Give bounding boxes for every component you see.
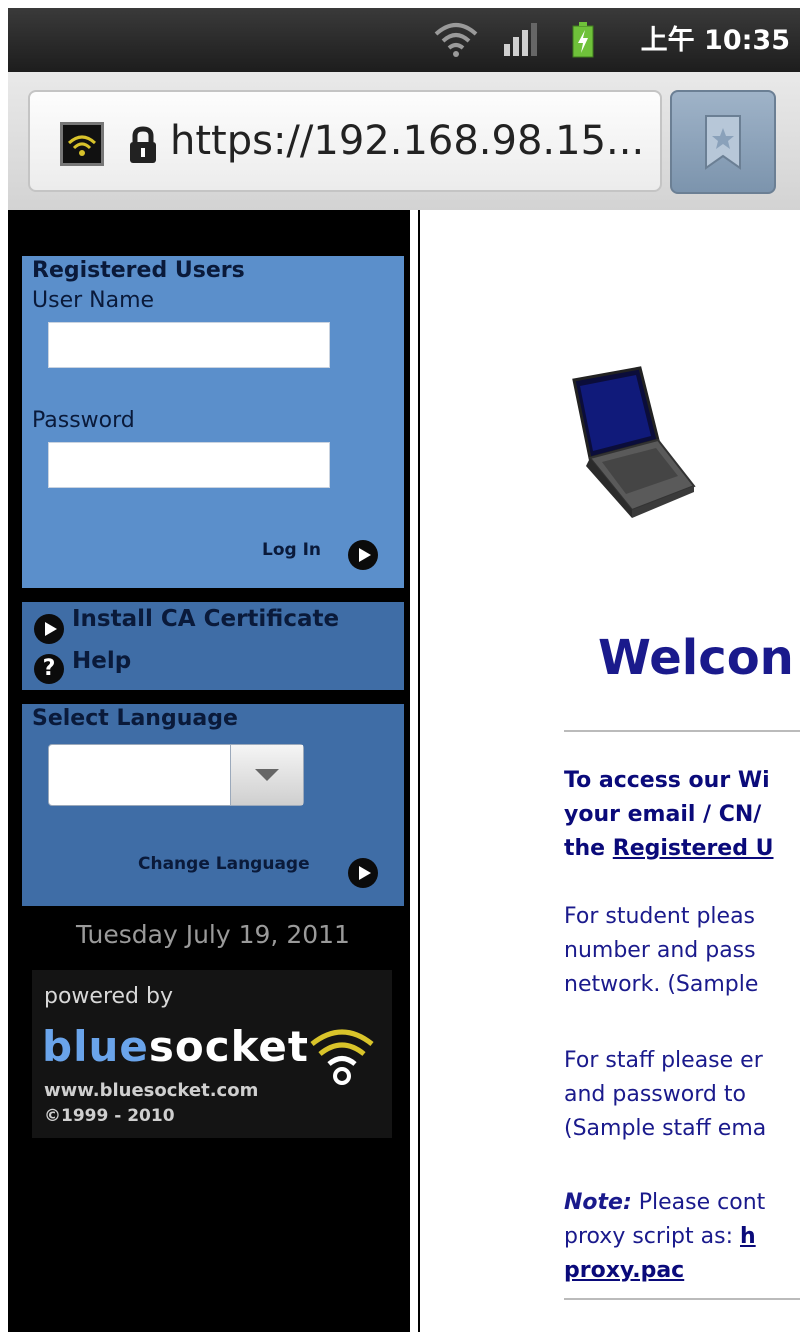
status-clock: 上午 10:35: [640, 25, 790, 56]
access-line-3: the Registered U: [564, 832, 800, 866]
help-link[interactable]: Help: [72, 648, 131, 674]
site-favicon-icon: [60, 122, 104, 166]
password-label: Password: [32, 408, 135, 433]
student-paragraph: For student pleas number and pass networ…: [564, 900, 800, 1002]
battery-charging-icon: [572, 22, 594, 58]
bluesocket-logo[interactable]: powered by bluesocket www.bluesocket.com…: [30, 968, 394, 1140]
powered-by-text: powered by: [44, 984, 173, 1009]
note-paragraph: Note: Please cont proxy script as: h pro…: [564, 1186, 800, 1288]
frame-left: [0, 0, 8, 1332]
language-select[interactable]: [48, 744, 304, 806]
note-line-1: Note: Please cont: [564, 1186, 800, 1220]
url-text: https://192.168.98.15...: [170, 118, 645, 164]
username-field[interactable]: [48, 322, 330, 368]
login-arrow-icon[interactable]: [348, 540, 378, 570]
language-heading: Select Language: [32, 706, 238, 731]
student-line-1: For student pleas: [564, 904, 756, 929]
lock-icon: [130, 126, 156, 163]
install-cert-arrow-icon[interactable]: [34, 614, 64, 644]
signal-icon: [504, 23, 537, 56]
login-panel: Registered Users User Name Password Log …: [22, 256, 404, 588]
current-date: Tuesday July 19, 2011: [76, 920, 350, 949]
login-heading: Registered Users: [32, 258, 245, 283]
proxy-link-start[interactable]: h: [740, 1224, 756, 1249]
frame-divider: [410, 210, 421, 1332]
status-bar: 上午 10:35: [8, 8, 800, 72]
login-label[interactable]: Log In: [262, 540, 321, 560]
bookmark-button[interactable]: [670, 90, 776, 194]
change-language-label[interactable]: Change Language: [138, 854, 310, 874]
registered-users-link[interactable]: Registered U: [613, 836, 774, 861]
note-label: Note:: [564, 1190, 632, 1215]
change-language-arrow-icon[interactable]: [348, 858, 378, 888]
note-line-2: proxy script as: h: [564, 1220, 800, 1254]
brand-copyright: ©1999 - 2010: [44, 1106, 175, 1126]
access-line-1: To access our Wi: [564, 768, 770, 793]
main-content: Welcon To access our Wi your email / CN/…: [420, 210, 800, 1332]
staff-line-3: (Sample staff ema: [564, 1116, 767, 1141]
help-icon[interactable]: ?: [34, 654, 64, 684]
staff-line-1: For staff please er: [564, 1048, 763, 1073]
browser-toolbar: https://192.168.98.15...: [8, 72, 800, 211]
divider-top: [564, 730, 800, 732]
access-line-2: your email / CN/: [564, 802, 762, 827]
brand-wordmark: bluesocket: [42, 1022, 309, 1071]
sidebar: Registered Users User Name Password Log …: [8, 210, 410, 1332]
links-panel: Install CA Certificate ? Help: [22, 602, 404, 690]
bookmark-icon: [705, 115, 741, 170]
password-field[interactable]: [48, 442, 330, 488]
access-line-3-text: the: [564, 836, 613, 861]
laptop-image: [572, 366, 696, 518]
wifi-logo-icon: [310, 1029, 374, 1085]
proxy-pac-link[interactable]: proxy.pac: [564, 1258, 684, 1283]
access-paragraph: To access our Wi your email / CN/ the Re…: [564, 764, 800, 866]
username-label: User Name: [32, 288, 155, 313]
staff-paragraph: For staff please er and password to (Sam…: [564, 1044, 800, 1146]
brand-rest: socket: [148, 1022, 309, 1071]
note-line-2-text: proxy script as:: [564, 1224, 740, 1249]
install-cert-link[interactable]: Install CA Certificate: [72, 606, 339, 632]
wifi-icon: [434, 23, 478, 57]
staff-line-2: and password to: [564, 1082, 746, 1107]
divider-bottom: [564, 1298, 800, 1300]
brand-url: www.bluesocket.com: [44, 1080, 259, 1101]
language-panel: Select Language Change Language: [22, 704, 404, 906]
note-line-1-text: Please cont: [631, 1190, 766, 1215]
note-line-3: proxy.pac: [564, 1254, 800, 1288]
url-bar[interactable]: https://192.168.98.15...: [28, 90, 662, 192]
welcome-heading: Welcon: [598, 630, 794, 686]
student-line-3: network. (Sample: [564, 972, 759, 997]
student-line-2: number and pass: [564, 938, 756, 963]
brand-blue: blue: [42, 1022, 149, 1071]
chevron-down-icon[interactable]: [230, 745, 303, 805]
